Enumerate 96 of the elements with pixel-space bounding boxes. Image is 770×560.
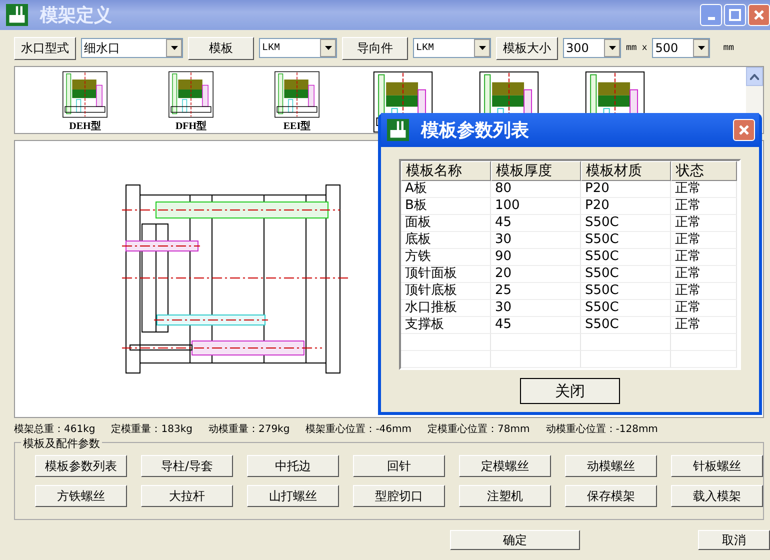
guide-dropdown[interactable]: LKM — [413, 38, 491, 58]
unit-label: mm — [626, 43, 637, 53]
window-title: 模架定义 — [40, 4, 112, 27]
gate-type-button[interactable]: 水口型式 — [14, 36, 76, 60]
length-dropdown[interactable]: 500 — [652, 38, 710, 58]
plate-dropdown[interactable]: LKM — [259, 38, 337, 58]
plate-button[interactable]: 模板 — [188, 36, 254, 60]
parameter-button[interactable]: 模板参数列表 — [35, 455, 127, 477]
table-cell: 方铁 — [401, 249, 491, 266]
dropdown-arrow-icon — [170, 46, 178, 50]
table-cell: P20 — [581, 198, 671, 215]
parameter-button[interactable]: 针板螺丝 — [671, 455, 763, 477]
table-cell: 25 — [491, 283, 581, 300]
app-icon — [387, 119, 409, 141]
close-button[interactable] — [748, 4, 770, 26]
table-cell: S50C — [581, 300, 671, 317]
table-cell: 正常 — [671, 232, 737, 249]
column-header[interactable]: 模板材质 — [581, 161, 671, 181]
table-cell: 正常 — [671, 181, 737, 198]
parameter-button[interactable]: 型腔切口 — [353, 485, 445, 507]
close-icon — [753, 9, 765, 21]
table-cell: 底板 — [401, 232, 491, 249]
thumbnail-label: DFH型 — [175, 120, 207, 133]
parameter-button[interactable]: 载入模架 — [671, 485, 763, 507]
dropdown-arrow-icon — [478, 46, 486, 50]
guide-button[interactable]: 导向件 — [342, 36, 408, 60]
times-label: x — [642, 43, 648, 53]
table-cell: 20 — [491, 266, 581, 283]
parameter-button[interactable]: 中托边 — [247, 455, 339, 477]
table-cell: 正常 — [671, 266, 737, 283]
maximize-icon — [729, 9, 741, 21]
table-cell: 90 — [491, 249, 581, 266]
stat-text: 动模重量：279kg — [208, 422, 290, 436]
close-icon — [738, 124, 750, 136]
column-header[interactable]: 模板名称 — [401, 161, 491, 181]
footer-button[interactable]: 确定 — [450, 530, 580, 550]
stat-text: 定模重量：183kg — [111, 422, 192, 436]
stat-text: 动模重心位置：-128mm — [546, 422, 658, 436]
table-cell: 正常 — [671, 215, 737, 232]
stat-text: 定模重心位置：78mm — [428, 422, 530, 436]
table-cell: S50C — [581, 249, 671, 266]
table-cell: 支撑板 — [401, 317, 491, 334]
unit-label: mm — [723, 43, 734, 53]
table-cell: 正常 — [671, 249, 737, 266]
table-cell: S50C — [581, 232, 671, 249]
dropdown-arrow-icon — [608, 46, 616, 50]
table-cell: 水口推板 — [401, 300, 491, 317]
parameter-button[interactable]: 回针 — [353, 455, 445, 477]
app-icon — [6, 4, 28, 26]
table-cell: 面板 — [401, 215, 491, 232]
table-cell: S50C — [581, 215, 671, 232]
close-button[interactable] — [733, 119, 755, 141]
parameter-button[interactable]: 保存模架 — [565, 485, 657, 507]
parameter-button[interactable]: 注塑机 — [459, 485, 551, 507]
table-cell: 正常 — [671, 317, 737, 334]
parameter-button[interactable]: 山打螺丝 — [247, 485, 339, 507]
table-cell: 30 — [491, 300, 581, 317]
parameter-button[interactable]: 方铁螺丝 — [35, 485, 127, 507]
table-cell: 80 — [491, 181, 581, 198]
footer-button[interactable]: 取消 — [698, 530, 770, 550]
gate-type-dropdown[interactable]: 细水口 — [81, 38, 183, 58]
table-cell: 顶针底板 — [401, 283, 491, 300]
column-header[interactable]: 模板厚度 — [491, 161, 581, 181]
parameter-button[interactable]: 定模螺丝 — [459, 455, 551, 477]
parameter-button[interactable]: 导柱/导套 — [141, 455, 233, 477]
table-cell: P20 — [581, 181, 671, 198]
stat-text: 模架总重：461kg — [14, 422, 96, 436]
table-cell: 45 — [491, 215, 581, 232]
dialog-title: 模板参数列表 — [421, 119, 529, 142]
parameter-button[interactable]: 大拉杆 — [141, 485, 233, 507]
plate-size-button[interactable]: 模板大小 — [496, 36, 558, 60]
table-cell: S50C — [581, 266, 671, 283]
stat-text: 模架重心位置：-46mm — [306, 422, 412, 436]
width-dropdown[interactable]: 300 — [563, 38, 621, 58]
thumbnail-label: DEH型 — [69, 120, 101, 133]
table-cell: 正常 — [671, 198, 737, 215]
table-cell: S50C — [581, 317, 671, 334]
dropdown-arrow-icon — [698, 46, 705, 50]
thumbnail-label: EEI型 — [283, 120, 311, 133]
table-cell: A板 — [401, 181, 491, 198]
column-header[interactable]: 状态 — [671, 161, 737, 181]
table-cell: B板 — [401, 198, 491, 215]
close-dialog-button[interactable]: 关闭 — [520, 378, 620, 404]
table-cell: 正常 — [671, 300, 737, 317]
table-cell: 100 — [491, 198, 581, 215]
maximize-button[interactable] — [724, 4, 746, 26]
dropdown-arrow-icon — [324, 46, 332, 50]
table-cell: S50C — [581, 283, 671, 300]
minimize-icon — [708, 16, 714, 20]
table-cell: 正常 — [671, 283, 737, 300]
table-cell: 顶针面板 — [401, 266, 491, 283]
group-title: 模板及配件参数 — [21, 436, 102, 451]
parameter-button[interactable]: 动模螺丝 — [565, 455, 657, 477]
table-cell: 45 — [491, 317, 581, 334]
table-cell: 30 — [491, 232, 581, 249]
minimize-button[interactable] — [700, 4, 722, 26]
